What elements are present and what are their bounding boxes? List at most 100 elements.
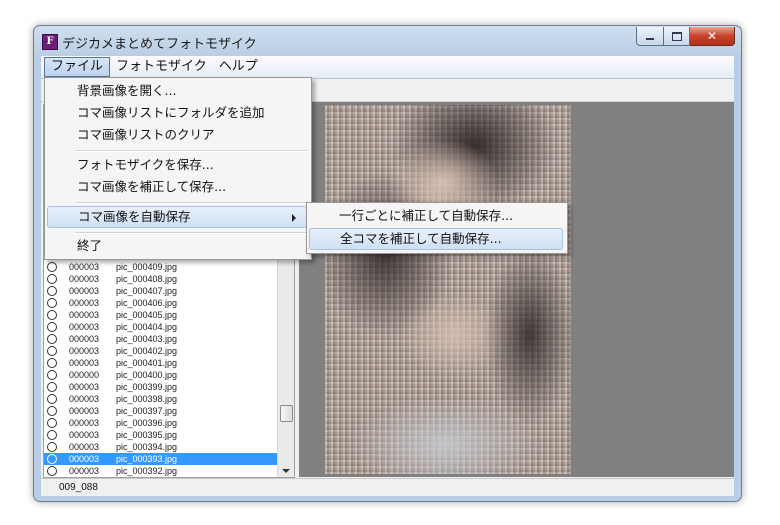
file-menu-dropdown: 背景画像を開く... コマ画像リストにフォルダを追加 コマ画像リストのクリア フ… [44,77,312,260]
radio-button[interactable] [47,358,57,368]
list-item[interactable]: 000003 pic_000397.jpg [44,405,277,417]
title-bar[interactable]: F デジカメまとめてフォトモザイク ✕ [34,26,741,56]
row-count: 000003 [69,286,100,296]
row-count: 000003 [69,274,100,284]
list-rows: 000003 pic_000409.jpg 000003 pic_000408.jpg… [44,261,277,477]
menu-save-corrected[interactable]: コマ画像を補正して保存... [47,176,307,198]
radio-button[interactable] [47,466,57,476]
list-item[interactable]: 000003 pic_000404.jpg [44,321,277,333]
close-icon: ✕ [706,29,718,43]
row-filename: pic_000394.jpg [116,442,178,452]
list-item[interactable]: 000003 pic_000401.jpg [44,357,277,369]
row-count: 000003 [69,262,100,272]
row-count: 000003 [69,430,100,440]
row-filename: pic_000397.jpg [116,406,178,416]
radio-button[interactable] [47,454,57,464]
radio-button[interactable] [47,286,57,296]
radio-button[interactable] [47,274,57,284]
menu-exit[interactable]: 終了 [47,235,307,257]
row-filename: pic_000404.jpg [116,322,178,332]
menu-file[interactable]: ファイル [44,57,111,77]
radio-button[interactable] [47,322,57,332]
menu-auto-save-all[interactable]: 全コマを補正して自動保存... [309,228,563,250]
list-item[interactable]: 000003 pic_000394.jpg [44,441,277,453]
menu-auto-save-per-row[interactable]: 一行ごとに補正して自動保存... [309,205,563,227]
photomosaic-image [325,105,571,474]
menu-separator [75,232,307,234]
row-count: 000003 [69,394,100,404]
scroll-down-icon[interactable] [282,469,290,473]
radio-button[interactable] [47,430,57,440]
list-item[interactable]: 000003 pic_000395.jpg [44,429,277,441]
radio-button[interactable] [47,370,57,380]
list-item[interactable]: 000003 pic_000403.jpg [44,333,277,345]
minimize-icon [646,38,654,40]
row-filename: pic_000398.jpg [116,394,178,404]
list-item[interactable]: 000003 pic_000402.jpg [44,345,277,357]
mosaic-canvas[interactable] [299,102,734,477]
close-button[interactable]: ✕ [690,27,735,46]
radio-button[interactable] [47,394,57,404]
row-filename: pic_000392.jpg [116,466,178,476]
list-item[interactable]: 000000 pic_000400.jpg [44,369,277,381]
caption-buttons: ✕ [636,27,735,47]
auto-save-submenu: 一行ごとに補正して自動保存... 全コマを補正して自動保存... [306,202,568,254]
row-count: 000003 [69,406,100,416]
row-filename: pic_000402.jpg [116,346,178,356]
row-count: 000003 [69,346,100,356]
list-item[interactable]: 000003 pic_000407.jpg [44,285,277,297]
menu-auto-save[interactable]: コマ画像を自動保存 [47,206,307,228]
list-item[interactable]: 000003 pic_000405.jpg [44,309,277,321]
radio-button[interactable] [47,298,57,308]
row-filename: pic_000409.jpg [116,262,178,272]
radio-button[interactable] [47,406,57,416]
menu-clear-list[interactable]: コマ画像リストのクリア [47,124,307,146]
list-item[interactable]: 000003 pic_000398.jpg [44,393,277,405]
radio-button[interactable] [47,262,57,272]
list-item[interactable]: 000003 pic_000393.jpg [44,453,277,465]
row-count: 000003 [69,442,100,452]
list-item[interactable]: 000003 pic_000399.jpg [44,381,277,393]
status-position: 009_088 [59,482,98,493]
radio-button[interactable] [47,382,57,392]
row-filename: pic_000405.jpg [116,310,178,320]
row-count: 000003 [69,466,100,476]
minimize-button[interactable] [636,27,664,46]
maximize-icon [671,31,682,41]
menu-photomosaic[interactable]: フォトモザイク [110,57,213,77]
list-item[interactable]: 000003 pic_000409.jpg [44,261,277,273]
submenu-arrow-icon [292,214,296,222]
list-item[interactable]: 000003 pic_000396.jpg [44,417,277,429]
radio-button[interactable] [47,334,57,344]
row-count: 000003 [69,358,100,368]
list-item[interactable]: 000003 pic_000406.jpg [44,297,277,309]
list-item[interactable]: 000003 pic_000392.jpg [44,465,277,477]
list-item[interactable]: 000003 pic_000408.jpg [44,273,277,285]
app-icon[interactable]: F [42,34,58,50]
row-count: 000003 [69,298,100,308]
row-count: 000003 [69,310,100,320]
row-filename: pic_000399.jpg [116,382,178,392]
radio-button[interactable] [47,346,57,356]
row-count: 000003 [69,334,100,344]
row-count: 000000 [69,370,100,380]
radio-button[interactable] [47,442,57,452]
row-filename: pic_000396.jpg [116,418,178,428]
row-filename: pic_000408.jpg [116,274,178,284]
menu-save-mosaic[interactable]: フォトモザイクを保存... [47,154,307,176]
row-filename: pic_000403.jpg [116,334,178,344]
menu-bar: ファイル フォトモザイク ヘルプ [41,56,734,79]
menu-open-background[interactable]: 背景画像を開く... [47,80,307,102]
maximize-button[interactable] [664,27,690,46]
menu-separator [75,150,307,152]
row-count: 000003 [69,418,100,428]
radio-button[interactable] [47,418,57,428]
row-filename: pic_000400.jpg [116,370,178,380]
row-filename: pic_000393.jpg [116,454,178,464]
row-count: 000003 [69,382,100,392]
row-filename: pic_000407.jpg [116,286,178,296]
radio-button[interactable] [47,310,57,320]
menu-add-folder[interactable]: コマ画像リストにフォルダを追加 [47,102,307,124]
menu-help[interactable]: ヘルプ [213,57,264,77]
scrollbar-thumb[interactable] [280,405,293,422]
